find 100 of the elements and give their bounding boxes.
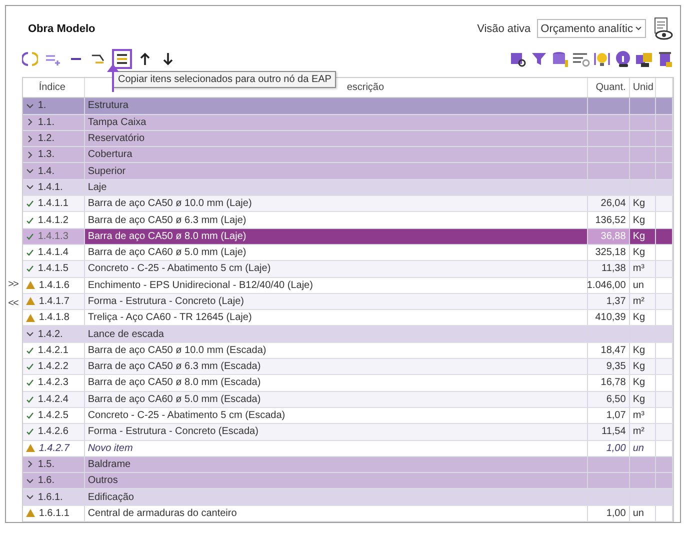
table-row[interactable]: 1.4.2.6 Forma - Estrutura - Concreto (Escada) 11,54 m² <box>22 424 673 441</box>
unit-cell: m³ <box>630 408 656 424</box>
chevron-down-icon[interactable] <box>26 102 34 110</box>
description-cell: Baldrame <box>84 456 588 472</box>
copy-lines-icon <box>116 53 128 66</box>
index-text: 1.4.2.4 <box>38 394 68 405</box>
arrow-up-icon <box>139 52 151 66</box>
table-row[interactable]: 1.6.1. Edificação <box>22 489 673 506</box>
description-cell: Superior <box>84 163 588 179</box>
table-row[interactable]: 1.6. Outros <box>22 473 673 490</box>
description-cell: Outros <box>84 473 588 488</box>
unit-cell: Kg <box>630 375 656 391</box>
unit-cell: un <box>630 278 656 293</box>
quantity-cell: 136,52 <box>588 212 630 228</box>
table-row[interactable]: 1.4.2.7 Novo item 1,00 un <box>22 440 673 457</box>
table-row[interactable]: 1.4.1.2 Barra de aço CA50 ø 6.3 mm (Laje) 136,52 Kg <box>22 212 673 229</box>
column-header[interactable]: Unid <box>630 78 656 98</box>
table-row[interactable]: 1.5. Baldrame <box>22 456 673 474</box>
table-row[interactable]: 1.2. Reservatório <box>22 130 673 148</box>
column-header[interactable]: Índice <box>22 78 85 98</box>
index-text: 1.6.1. <box>38 492 63 503</box>
tooltip: Copiar itens selecionados para outro nó da EAP <box>113 71 336 88</box>
description-cell: Concreto - C-25 - Abatimento 5 cm (Laje) <box>84 261 588 277</box>
table-row[interactable]: 1.4.1.6 Enchimento - EPS Unidirecional - B12/40/40 (Laje) 1.046,00 un <box>22 278 673 294</box>
chevron-right-icon[interactable] <box>26 460 34 468</box>
description-cell: Laje <box>84 180 588 196</box>
trash-icon[interactable] <box>656 50 674 68</box>
index-text: 1.4.1.6 <box>38 280 70 291</box>
index-text: 1.4.2.3 <box>38 377 68 388</box>
lightbulb-icon[interactable] <box>593 50 611 68</box>
table-row[interactable]: 1.4.1. Laje <box>22 180 673 196</box>
panel-toggle[interactable]: << <box>6 295 20 312</box>
index-text: 1.4.2.6 <box>38 426 68 438</box>
chevron-down-icon[interactable] <box>26 167 34 176</box>
chevron-right-icon[interactable] <box>26 118 34 126</box>
chevron-down-icon[interactable] <box>26 330 34 338</box>
index-text: 1.4.1.4 <box>38 247 68 258</box>
description-cell: Concreto - C-25 - Abatimento 5 cm (Escada) <box>84 408 588 424</box>
table-row[interactable]: 1.4. Superior <box>22 163 673 180</box>
description-cell: Forma - Estrutura - Concreto (Laje) <box>84 294 588 310</box>
column-header[interactable]: Quant. <box>588 78 630 98</box>
index-text: 1.5. <box>38 458 54 470</box>
unit-cell: Kg <box>630 244 656 260</box>
unit-cell: m³ <box>630 261 656 277</box>
quantity-cell: 1,07 <box>588 408 630 424</box>
table-row[interactable]: 1.4.1.5 Concreto - C-25 - Abatimento 5 cm (Laje) 11,38 m³ <box>22 261 673 278</box>
index-text: 1.4.2.7 <box>38 442 70 454</box>
table-row[interactable]: 1.4.1.4 Barra de aço CA60 ø 5.0 mm (Laje) 325,18 Kg <box>22 244 673 262</box>
quantity-cell: 18,47 <box>588 342 630 358</box>
chevron-right-icon[interactable] <box>26 150 34 159</box>
index-text: 1.6. <box>38 475 54 486</box>
table-row[interactable]: 1.4.2. Lance de escada <box>22 326 673 343</box>
chevron-right-icon[interactable] <box>26 134 34 143</box>
table-row[interactable]: 1.4.1.8 Treliça - Aço CA60 - TR 12645 (Laje) 410,39 Kg <box>22 310 673 326</box>
quantity-cell: 9,35 <box>588 359 630 374</box>
unit-cell: un <box>630 506 656 521</box>
index-text: 1.4.2.5 <box>38 410 68 422</box>
unit-cell: Kg <box>630 392 656 407</box>
description-cell: Enchimento - EPS Unidirecional - B12/40/40 (Laje) <box>84 278 588 293</box>
description-cell: Barra de aço CA50 ø 8.0 mm (Escada) <box>84 375 588 391</box>
index-text: 1.4.1.8 <box>38 312 70 324</box>
description-cell: Barra de aço CA50 ø 6.3 mm (Escada) <box>84 359 588 374</box>
panel-toggle[interactable]: >> <box>6 276 20 292</box>
table-row[interactable]: 1.4.2.2 Barra de aço CA50 ø 6.3 mm (Escada) 9,35 Kg <box>22 359 673 376</box>
table-row[interactable]: 1.4.2.5 Concreto - C-25 - Abatimento 5 cm (Escada) 1,07 m³ <box>22 408 673 424</box>
search-icon[interactable] <box>509 50 527 68</box>
table-row[interactable]: 1.4.2.3 Barra de aço CA50 ø 8.0 mm (Escada) 16,78 Kg <box>22 375 673 392</box>
description-cell: Barra de aço CA50 ø 10.0 mm (Laje) <box>84 196 588 212</box>
table-row[interactable]: 1.4.2.1 Barra de aço CA50 ø 10.0 mm (Escada) 18,47 Kg <box>22 342 673 360</box>
description-cell: Reservatório <box>84 130 588 146</box>
table-row[interactable]: 1.3. Cobertura <box>22 147 673 164</box>
index-text: 1.4.1.1 <box>38 198 68 210</box>
document-view-icon[interactable] <box>652 16 674 41</box>
index-text: 1.4.1.7 <box>38 296 70 307</box>
quantity-cell: 26,04 <box>588 196 630 212</box>
description-cell: Barra de aço CA60 ø 5.0 mm (Laje) <box>84 244 588 260</box>
view-select[interactable]: Orçamento analític <box>536 19 646 38</box>
arrow-down-icon <box>162 52 174 66</box>
chevron-down-icon[interactable] <box>26 183 34 192</box>
quantity-cell: 36,88 <box>588 228 630 244</box>
list-settings-icon[interactable] <box>572 50 590 68</box>
table-row[interactable]: 1.1. Tampa Caixa <box>22 114 673 131</box>
table-row[interactable]: 1. Estrutura <box>22 98 673 115</box>
chevron-down-icon[interactable] <box>26 493 34 502</box>
index-text: 1.2. <box>38 133 54 144</box>
info-icon[interactable] <box>614 50 632 68</box>
quantity-cell: 410,39 <box>588 310 630 326</box>
index-text: 1.4.1. <box>38 182 63 193</box>
table-row[interactable]: 1.6.1.1 Central de armaduras do canteiro 1,00 un <box>22 506 673 522</box>
table-row[interactable]: 1.4.1.7 Forma - Estrutura - Concreto (Laje) 1,37 m² <box>22 294 673 310</box>
chevron-down-icon[interactable] <box>26 476 34 485</box>
table-row[interactable]: 1.4.1.3 Barra de aço CA50 ø 8.0 mm (Laje) 36,88 Kg <box>22 228 673 245</box>
unit-cell: Kg <box>630 342 656 358</box>
table-row[interactable]: 1.4.2.4 Barra de aço CA60 ø 5.0 mm (Escada) 6,50 Kg <box>22 392 673 408</box>
description-cell: Novo item <box>84 440 588 456</box>
database-icon[interactable] <box>551 50 569 68</box>
quantity-cell: 6,50 <box>588 392 630 407</box>
callout-arrow <box>107 64 119 92</box>
table-row[interactable]: 1.4.1.1 Barra de aço CA50 ø 10.0 mm (Laje) 26,04 Kg <box>22 196 673 212</box>
refresh-icon <box>22 51 38 68</box>
